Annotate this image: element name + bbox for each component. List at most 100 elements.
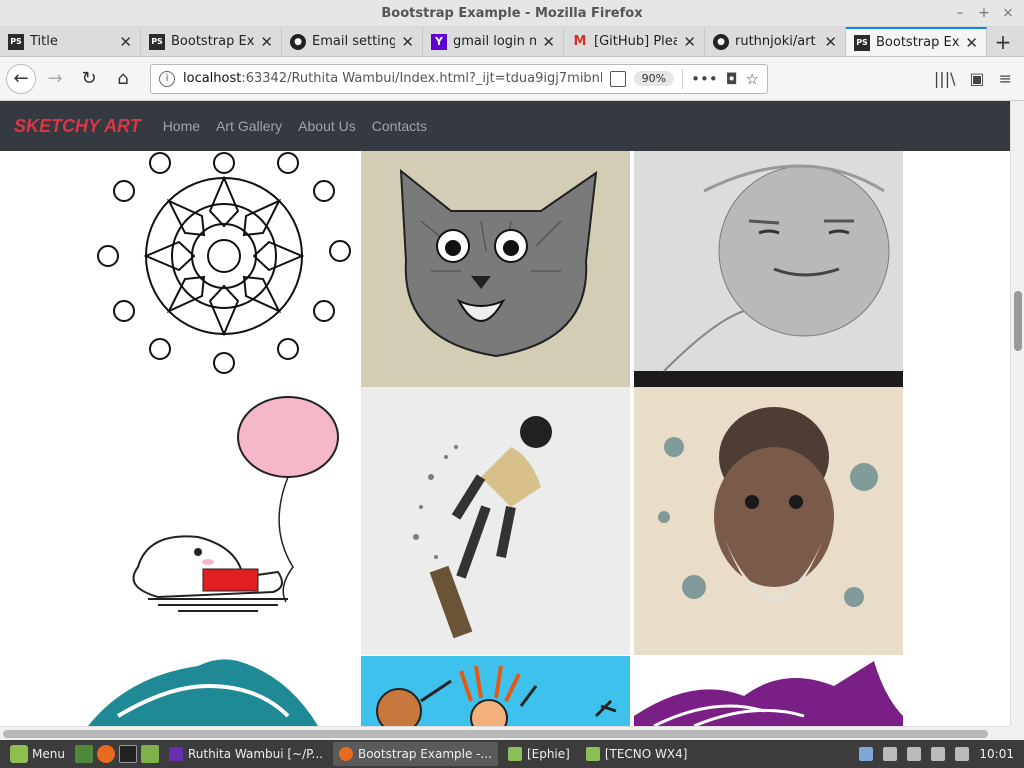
bookmark-star-icon[interactable]: ☆	[746, 70, 759, 88]
tab-strip: PS Title ✕ PS Bootstrap Exar ✕ ● Email s…	[0, 27, 1024, 57]
folder-icon	[507, 747, 522, 761]
reader-view-icon[interactable]	[609, 70, 626, 87]
tab-email-settings[interactable]: ● Email settings ✕	[282, 27, 423, 56]
forward-button[interactable]: →	[40, 64, 70, 94]
taskbar-item-label: Bootstrap Example -...	[357, 747, 492, 761]
sidebar-icon[interactable]: ▣	[969, 69, 984, 88]
window-controls: – + ×	[952, 0, 1016, 27]
close-window-button[interactable]: ×	[1000, 0, 1016, 27]
nav-link-about-us[interactable]: About Us	[298, 118, 356, 134]
volume-icon[interactable]	[955, 747, 970, 761]
splash-image	[634, 661, 903, 726]
nav-link-art-gallery[interactable]: Art Gallery	[216, 118, 282, 134]
tab-bootstrap-active[interactable]: PS Bootstrap Exar ✕	[846, 27, 987, 56]
github-icon: ●	[290, 33, 306, 50]
close-icon[interactable]: ✕	[401, 33, 414, 51]
pocket-icon[interactable]: ◘	[726, 70, 738, 88]
tab-ruthnjoki-art[interactable]: ● ruthnjoki/art ✕	[705, 27, 846, 56]
tab-label: gmail login ma	[453, 34, 536, 49]
url-bar[interactable]: i localhost:63342/Ruthita Wambui/Index.h…	[150, 63, 768, 94]
taskbar-item-tecno[interactable]: [TECNO WX4]	[580, 742, 694, 766]
github-icon: ●	[713, 33, 729, 50]
arrow-right-icon: →	[47, 68, 63, 89]
maximize-button[interactable]: +	[976, 0, 992, 27]
tab-title[interactable]: PS Title ✕	[0, 27, 141, 56]
new-tab-button[interactable]: +	[987, 27, 1019, 56]
start-menu-button[interactable]: Menu	[4, 745, 71, 763]
tab-label: Bootstrap Exar	[171, 34, 255, 49]
tab-label: ruthnjoki/art	[735, 34, 816, 49]
arrow-left-icon: ←	[13, 68, 29, 89]
tab-label: Title	[30, 34, 58, 49]
ps-icon: PS	[8, 33, 24, 50]
toolbar-right: |||\ ▣ ≡	[934, 69, 1018, 88]
reload-icon: ↻	[81, 68, 97, 89]
page-actions-icon[interactable]: •••	[691, 70, 718, 88]
taskbar-item-label: Ruthita Wambui [~/P...	[187, 747, 323, 761]
skateboarder-image	[361, 387, 630, 655]
bearded-man-image	[634, 387, 903, 655]
user-icon[interactable]	[907, 747, 922, 761]
clock[interactable]: 10:01	[979, 747, 1014, 761]
scrollbar-thumb[interactable]	[1014, 291, 1022, 351]
tab-bootstrap-1[interactable]: PS Bootstrap Exar ✕	[141, 27, 282, 56]
files-icon[interactable]	[140, 745, 159, 763]
hamburger-menu-icon[interactable]: ≡	[999, 69, 1012, 88]
scrollbar-thumb[interactable]	[3, 730, 988, 738]
mandala-drawing[interactable]	[88, 151, 360, 386]
network-icon[interactable]	[931, 747, 946, 761]
back-button[interactable]: ←	[6, 63, 36, 94]
mandala-image	[97, 152, 351, 374]
pencil-portrait[interactable]	[634, 151, 903, 387]
close-icon[interactable]: ✕	[260, 33, 273, 51]
close-icon[interactable]: ✕	[119, 33, 132, 51]
site-brand[interactable]: SKETCHY ART	[14, 116, 141, 137]
kitten-sketch[interactable]	[361, 151, 630, 387]
close-icon[interactable]: ✕	[683, 33, 696, 51]
shield-icon[interactable]	[859, 747, 874, 761]
info-icon[interactable]: i	[159, 70, 175, 87]
ps-icon: PS	[854, 34, 870, 51]
os-taskbar: Menu Ruthita Wambui [~/P... Bootstrap Ex…	[0, 740, 1024, 768]
taskbar-item-pycharm[interactable]: Ruthita Wambui [~/P...	[163, 742, 329, 766]
minimize-button[interactable]: –	[952, 0, 968, 27]
kids-cartoon-art[interactable]	[361, 656, 630, 726]
pycharm-icon	[168, 747, 183, 761]
url-path: :63342/Ruthita Wambui/Index.html?_ijt=td…	[241, 71, 602, 86]
url-host: localhost	[183, 71, 242, 86]
bearded-man-painting[interactable]	[634, 387, 903, 655]
taskbar-item-label: [Ephie]	[526, 747, 570, 761]
skateboarder-art[interactable]	[361, 387, 630, 655]
taskbar-item-firefox[interactable]: Bootstrap Example -...	[332, 742, 498, 766]
tab-github-please[interactable]: M [GitHub] Pleas ✕	[564, 27, 705, 56]
balloon-bear-drawing[interactable]	[88, 387, 360, 655]
library-icon[interactable]: |||\	[934, 69, 956, 88]
browser-toolbar: ← → ↻ ⌂ i localhost:63342/Ruthita Wambui…	[0, 57, 1024, 101]
close-icon[interactable]: ✕	[824, 33, 837, 51]
nav-link-contacts[interactable]: Contacts	[372, 118, 427, 134]
teal-dragon-art[interactable]	[88, 656, 360, 726]
taskbar-item-ephie[interactable]: [Ephie]	[502, 742, 576, 766]
nav-link-home[interactable]: Home	[163, 118, 200, 134]
close-icon[interactable]: ✕	[542, 33, 555, 51]
firefox-icon[interactable]	[96, 745, 115, 763]
taskbar-item-label: [TECNO WX4]	[604, 747, 688, 761]
close-icon[interactable]: ✕	[965, 34, 978, 52]
desktop-icon[interactable]	[74, 745, 93, 763]
kitten-image	[399, 168, 598, 358]
menu-label: Menu	[32, 747, 65, 761]
site-navbar: SKETCHY ART Home Art Gallery About Us Co…	[0, 101, 1010, 151]
reload-button[interactable]: ↻	[74, 64, 104, 94]
vertical-scrollbar[interactable]	[1010, 101, 1024, 726]
terminal-icon[interactable]	[118, 745, 137, 763]
tab-gmail-login[interactable]: Y gmail login ma ✕	[423, 27, 564, 56]
folder-icon	[585, 747, 600, 761]
dragon-image	[88, 659, 318, 726]
purple-splash-art[interactable]	[634, 656, 903, 726]
home-button[interactable]: ⌂	[108, 64, 138, 94]
url-text[interactable]: localhost:63342/Ruthita Wambui/Index.htm…	[183, 71, 602, 86]
clipboard-icon[interactable]	[883, 747, 898, 761]
home-icon: ⌂	[117, 68, 129, 89]
horizontal-scrollbar[interactable]	[0, 726, 1010, 740]
zoom-level-badge[interactable]: 90%	[633, 71, 675, 86]
